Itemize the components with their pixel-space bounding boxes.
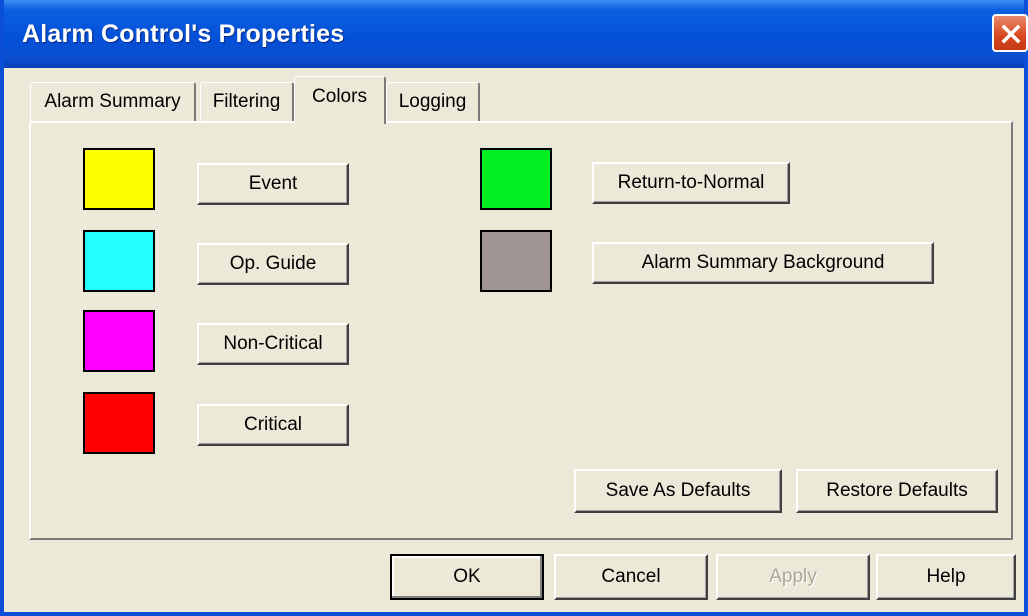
non-critical-color-swatch[interactable] — [83, 310, 155, 372]
event-color-swatch[interactable] — [83, 148, 155, 210]
colors-panel: Event Op. Guide Non-Critical Critical Re… — [29, 121, 1013, 540]
properties-dialog: Alarm Control's Properties Alarm Summary… — [0, 0, 1028, 616]
op-guide-color-swatch[interactable] — [83, 230, 155, 292]
close-icon — [1001, 24, 1021, 44]
op-guide-color-button[interactable]: Op. Guide — [197, 243, 349, 285]
return-to-normal-color-swatch[interactable] — [480, 148, 552, 210]
critical-color-swatch[interactable] — [83, 392, 155, 454]
alarm-summary-background-color-swatch[interactable] — [480, 230, 552, 292]
window-title: Alarm Control's Properties — [22, 20, 345, 48]
tab-filtering[interactable]: Filtering — [200, 82, 294, 122]
critical-color-button[interactable]: Critical — [197, 404, 349, 446]
apply-button[interactable]: Apply — [716, 554, 870, 600]
restore-defaults-button[interactable]: Restore Defaults — [796, 469, 998, 513]
help-button[interactable]: Help — [876, 554, 1016, 600]
close-button[interactable] — [992, 14, 1028, 52]
ok-button[interactable]: OK — [390, 554, 544, 600]
alarm-summary-background-color-button[interactable]: Alarm Summary Background — [592, 242, 934, 284]
event-color-button[interactable]: Event — [197, 163, 349, 205]
non-critical-color-button[interactable]: Non-Critical — [197, 323, 349, 365]
cancel-button[interactable]: Cancel — [554, 554, 708, 600]
tab-alarm-summary[interactable]: Alarm Summary — [30, 82, 196, 122]
title-bar[interactable]: Alarm Control's Properties — [4, 0, 1028, 68]
return-to-normal-color-button[interactable]: Return-to-Normal — [592, 162, 790, 204]
tab-logging[interactable]: Logging — [386, 82, 480, 122]
tab-colors[interactable]: Colors — [294, 76, 386, 124]
tab-strip: Alarm Summary Filtering Colors Logging — [4, 68, 1024, 124]
save-as-defaults-button[interactable]: Save As Defaults — [574, 469, 782, 513]
